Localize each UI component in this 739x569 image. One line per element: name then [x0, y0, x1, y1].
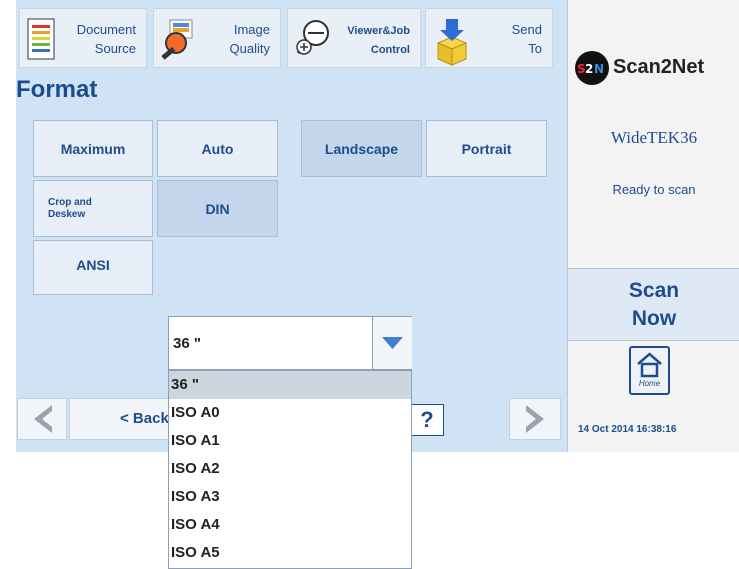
scan2net-logo-icon: S 2 N — [575, 51, 609, 85]
device-status: Ready to scan — [612, 182, 696, 197]
maximum-button[interactable]: Maximum — [33, 120, 153, 177]
chevron-right-icon — [526, 405, 544, 433]
home-label: Home — [638, 379, 661, 388]
dropdown-option[interactable]: ISO A5 — [169, 539, 411, 567]
chevron-left-icon — [34, 405, 52, 433]
dropdown-option[interactable]: ISO A0 — [169, 399, 411, 427]
chevron-down-icon — [382, 337, 403, 349]
tab-document-source-label: Document Source — [76, 22, 136, 56]
format-size-value: 36 " — [173, 335, 201, 352]
page-title: Format — [16, 76, 98, 103]
help-button[interactable]: ? — [410, 404, 444, 436]
next-button[interactable] — [509, 398, 561, 440]
tab-image-quality-label: Image Quality — [229, 22, 270, 56]
tab-image-quality[interactable]: Image Quality — [153, 8, 281, 68]
dropdown-option[interactable]: ISO A3 — [169, 483, 411, 511]
document-icon — [26, 17, 56, 66]
dropdown-option[interactable]: ISO A4 — [169, 511, 411, 539]
back-button-label: < Back — [120, 410, 169, 427]
format-size-select[interactable]: 36 " — [168, 316, 412, 370]
auto-button[interactable]: Auto — [157, 120, 278, 177]
crop-and-deskew-label: Crop and Deskew — [48, 196, 92, 220]
din-button[interactable]: DIN — [157, 180, 278, 237]
device-name: WideTEK36 — [610, 128, 698, 147]
datetime: 14 Oct 2014 16:38:16 — [578, 424, 677, 435]
zoom-out-icon — [294, 17, 334, 66]
tab-send-to-label: Send To — [511, 22, 542, 56]
logo: S 2 N Scan2Net — [574, 50, 739, 86]
dropdown-toggle-button[interactable] — [372, 317, 412, 369]
home-icon — [637, 352, 662, 378]
dropdown-option[interactable]: 36 " — [169, 371, 411, 399]
box-arrow-icon — [432, 17, 472, 72]
dropdown-option[interactable]: ISO A1 — [169, 427, 411, 455]
home-button[interactable]: Home — [629, 346, 670, 395]
previous-button[interactable] — [17, 398, 67, 440]
portrait-button[interactable]: Portrait — [426, 120, 547, 177]
dropdown-option[interactable]: ISO A2 — [169, 455, 411, 483]
svg-text:N: N — [594, 62, 604, 76]
tab-viewer-job-control[interactable]: Viewer&Job Control — [287, 8, 421, 68]
scan-now-button[interactable]: Scan Now — [568, 268, 739, 341]
magnifier-icon — [160, 17, 200, 66]
back-button[interactable]: < Back — [69, 398, 171, 440]
tab-document-source[interactable]: Document Source — [19, 8, 147, 68]
svg-text:2: 2 — [585, 62, 593, 76]
logo-text: Scan2Net — [613, 56, 705, 78]
scan-now-label: Scan Now — [628, 279, 680, 330]
crop-and-deskew-button[interactable]: Crop and Deskew — [33, 180, 153, 237]
tab-viewer-job-control-label: Viewer&Job Control — [347, 25, 410, 56]
tab-send-to[interactable]: Send To — [425, 8, 553, 68]
format-size-options: 36 " ISO A0 ISO A1 ISO A2 ISO A3 ISO A4 … — [168, 370, 412, 569]
ansi-button[interactable]: ANSI — [33, 240, 153, 295]
landscape-button[interactable]: Landscape — [301, 120, 422, 177]
